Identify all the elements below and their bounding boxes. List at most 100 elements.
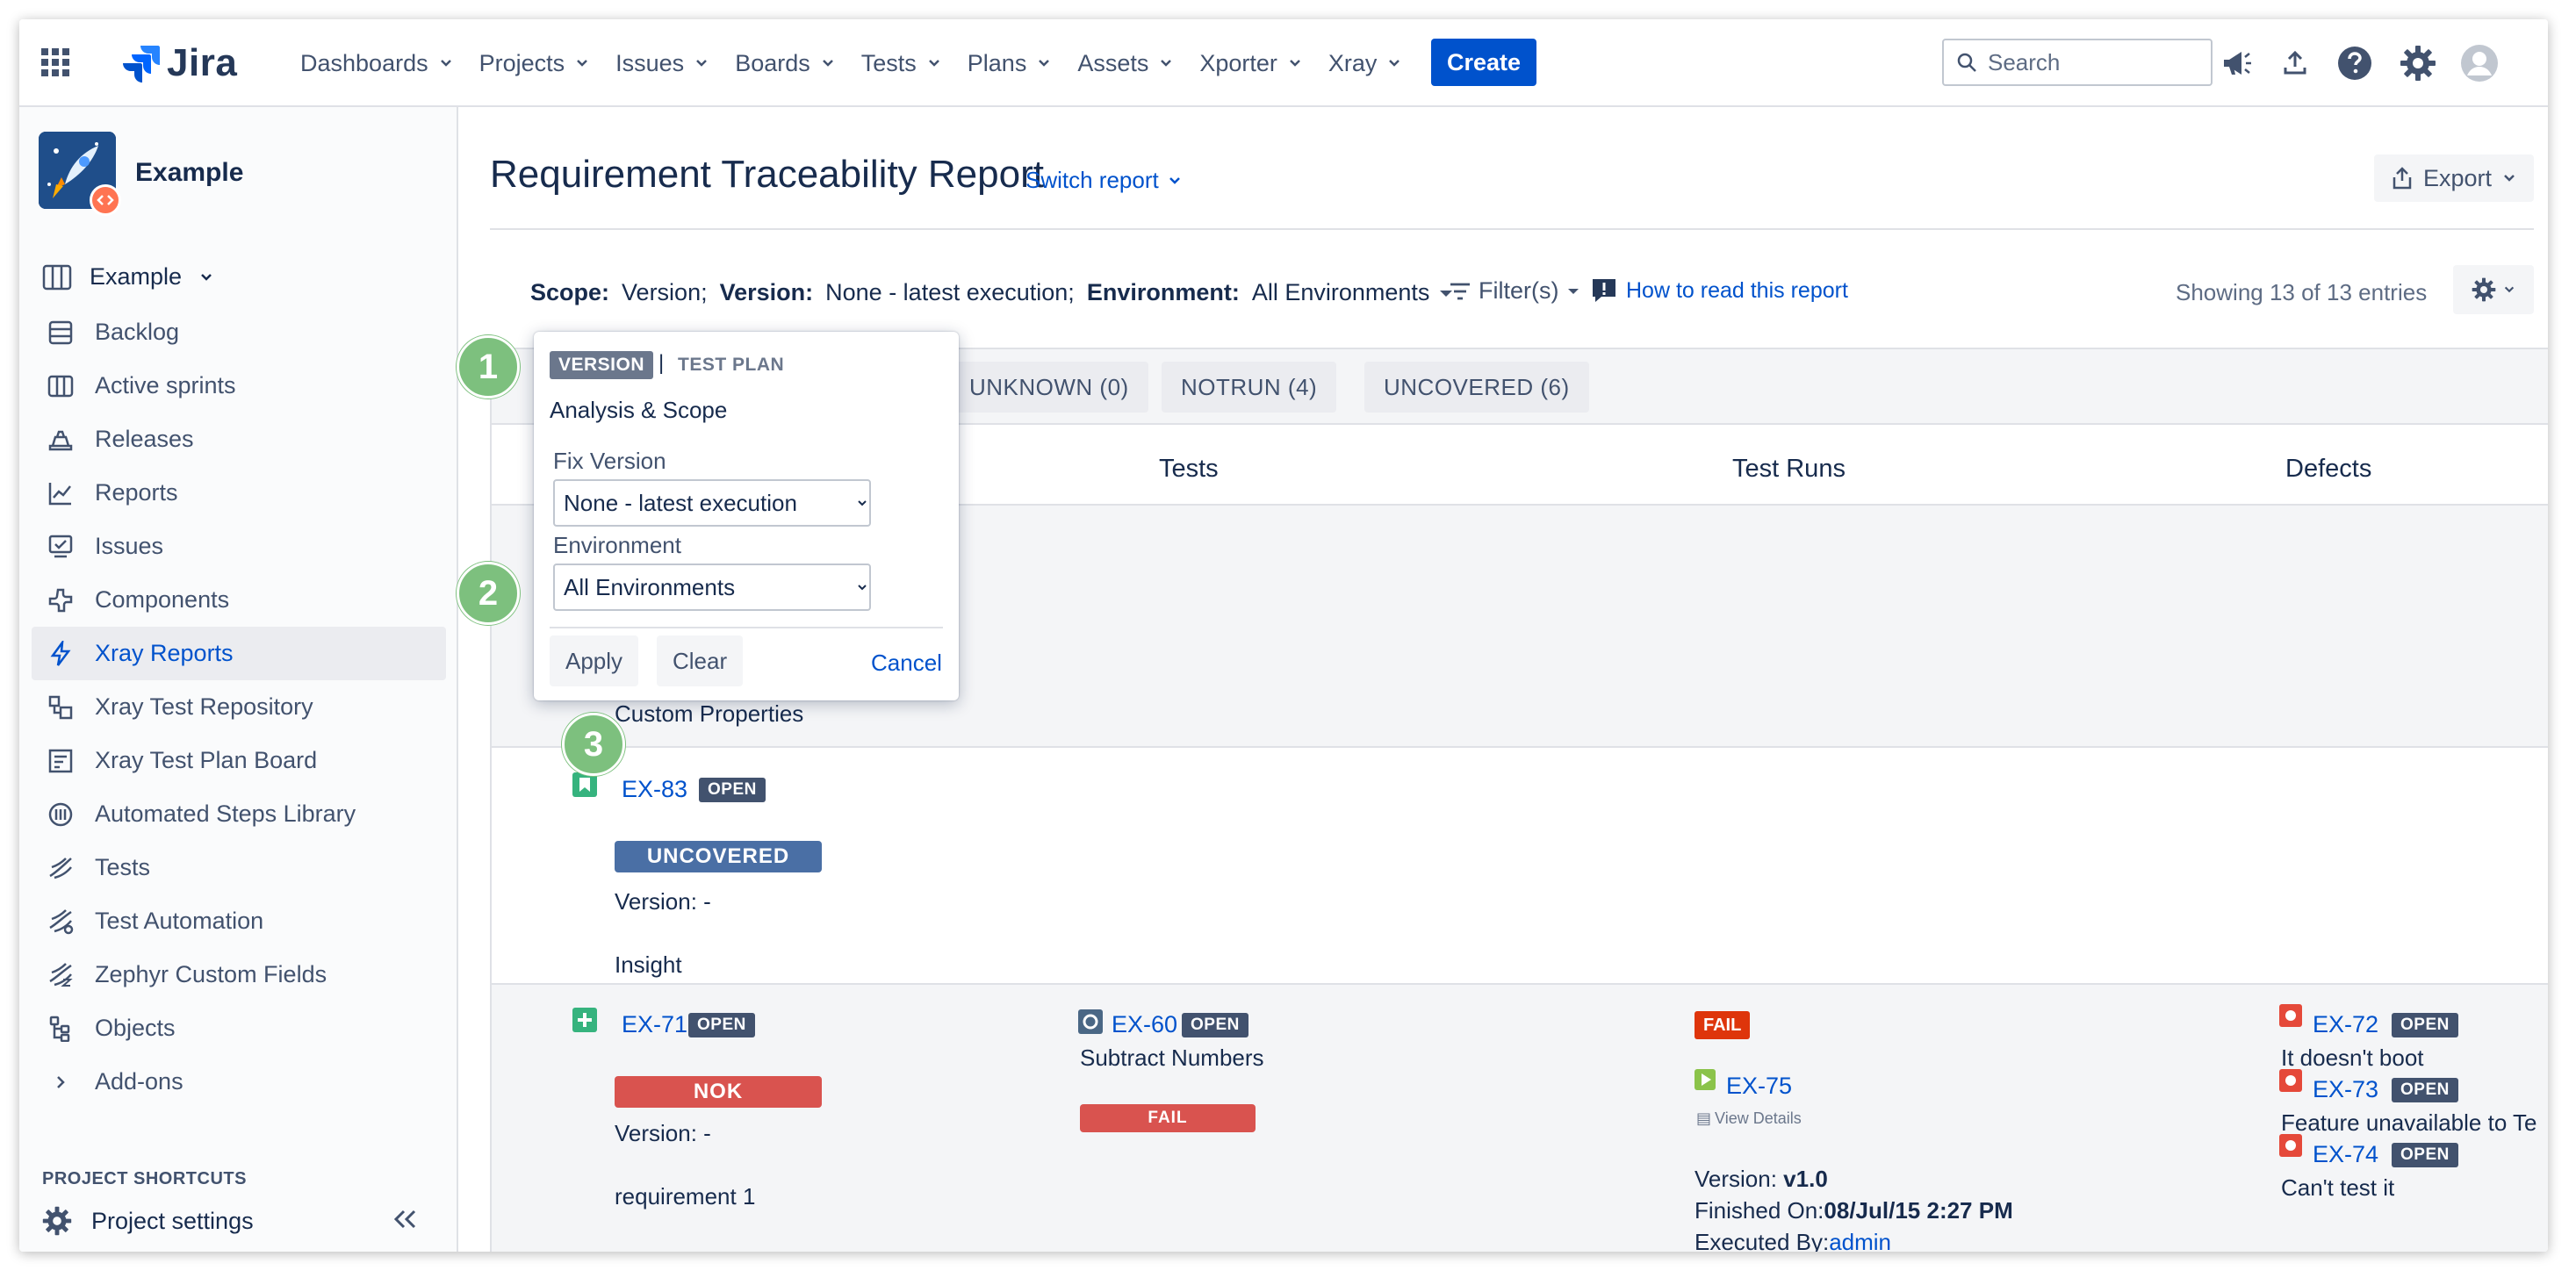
- coverage-status-badge: UNCOVERED: [615, 841, 822, 872]
- menu-dashboards[interactable]: Dashboards: [300, 50, 453, 77]
- menu-assets[interactable]: Assets: [1077, 50, 1173, 77]
- sidebar-item-components[interactable]: Components: [32, 573, 446, 627]
- create-button[interactable]: Create: [1431, 39, 1536, 86]
- sidebar-item-test-automation[interactable]: Test Automation: [32, 894, 446, 948]
- sidebar-item-add-ons[interactable]: Add-ons: [32, 1055, 446, 1109]
- chevron-right-icon: [46, 1067, 76, 1097]
- defect-key-link[interactable]: EX-74: [2313, 1141, 2378, 1168]
- board-icon: [46, 371, 76, 401]
- sidebar-item-objects[interactable]: Objects: [32, 1001, 446, 1055]
- collapse-sidebar-icon[interactable]: [392, 1208, 418, 1235]
- menu-boards[interactable]: Boards: [735, 50, 835, 77]
- fix-version-select[interactable]: None - latest execution: [553, 479, 871, 527]
- help-icon[interactable]: [2335, 44, 2374, 83]
- sidebar-item-label: Automated Steps Library: [95, 800, 356, 827]
- settings-gear-icon[interactable]: [2399, 44, 2437, 83]
- chevron-down-icon: [2504, 286, 2515, 293]
- sidebar-item-label: Add-ons: [95, 1068, 183, 1095]
- sidebar-item-label: Test Automation: [95, 908, 264, 934]
- sidebar-item-backlog[interactable]: Backlog: [32, 305, 446, 359]
- filters-button[interactable]: Filter(s): [1449, 277, 1581, 305]
- sidebar-item-active-sprints[interactable]: Active sprints: [32, 359, 446, 413]
- chevron-down-icon: [696, 60, 708, 67]
- column-header-tests[interactable]: Tests: [1159, 455, 1219, 484]
- project-type-badge-icon: [90, 184, 121, 216]
- search-input[interactable]: [1988, 48, 2198, 76]
- info-comment-icon: [1593, 279, 1615, 302]
- test-key-link[interactable]: EX-60: [1112, 1011, 1177, 1038]
- sidebar-item-xray-reports[interactable]: Xray Reports: [32, 627, 446, 680]
- sidebar-item-releases[interactable]: Releases: [32, 413, 446, 466]
- coverage-status-badge: NOK: [615, 1076, 822, 1108]
- sidebar-item-tests[interactable]: Tests: [32, 841, 446, 894]
- table-settings-button[interactable]: [2453, 265, 2534, 314]
- switch-report-link[interactable]: Switch report: [1025, 167, 1182, 194]
- app-switcher-icon[interactable]: [40, 47, 70, 77]
- user-avatar-icon[interactable]: [2460, 44, 2499, 83]
- requirement-summary: Insight: [615, 951, 682, 978]
- chevron-down-icon: [440, 60, 451, 67]
- menu-issues[interactable]: Issues: [615, 50, 709, 77]
- project-settings-link[interactable]: Project settings: [42, 1206, 254, 1236]
- menu-label: Issues: [615, 49, 685, 76]
- xray-icon: [46, 639, 76, 669]
- sidebar-item-label: Tests: [95, 854, 151, 880]
- clear-button[interactable]: Clear: [657, 635, 744, 686]
- status-lozenge: OPEN: [688, 1013, 755, 1037]
- defect-key-link[interactable]: EX-72: [2313, 1011, 2378, 1038]
- cancel-link[interactable]: Cancel: [871, 650, 942, 677]
- megaphone-icon[interactable]: [2218, 44, 2256, 83]
- tab-version[interactable]: VERSION: [550, 351, 654, 379]
- scope-summary[interactable]: Scope: Version; Version: None - latest e…: [530, 279, 1456, 306]
- upload-icon[interactable]: [2276, 44, 2314, 83]
- chevron-down-icon: [928, 60, 939, 67]
- sidebar-item-reports[interactable]: Reports: [32, 466, 446, 520]
- export-button[interactable]: Export: [2374, 154, 2534, 202]
- defect-summary: Feature unavailable to Te: [2281, 1109, 2537, 1136]
- objects-icon: [46, 1014, 76, 1044]
- run-key-link[interactable]: EX-75: [1726, 1073, 1792, 1100]
- run-executed-user-link[interactable]: admin: [1829, 1229, 1891, 1252]
- issue-key-link[interactable]: EX-83: [622, 776, 687, 803]
- menu-xporter[interactable]: Xporter: [1199, 50, 1302, 77]
- status-lozenge: OPEN: [699, 778, 766, 802]
- environment-select[interactable]: All Environments: [553, 564, 871, 611]
- column-header-defects[interactable]: Defects: [2285, 455, 2371, 484]
- board-icon: [42, 264, 72, 290]
- switch-report-label: Switch report: [1025, 167, 1159, 193]
- view-details-link[interactable]: ▤ View Details: [1696, 1109, 1802, 1128]
- sidebar-item-issues[interactable]: Issues: [32, 520, 446, 573]
- test-status-lozenge: OPEN: [1182, 1013, 1248, 1037]
- sidebar-item-label: Reports: [95, 479, 178, 506]
- search-box[interactable]: [1942, 39, 2213, 86]
- tab-uncovered[interactable]: UNCOVERED (6): [1364, 362, 1589, 413]
- run-version: Version: v1.0: [1695, 1166, 1828, 1193]
- top-navigation: Jira Dashboards Projects Issues Boards T…: [19, 19, 2548, 107]
- test-summary: Subtract Numbers: [1080, 1045, 1264, 1071]
- filters-label: Filter(s): [1479, 277, 1559, 304]
- tab-unknown[interactable]: UNKNOWN (0): [950, 362, 1148, 413]
- run-finished-value: 08/Jul/15 2:27 PM: [1824, 1197, 2013, 1224]
- issue-key-link[interactable]: EX-71: [622, 1011, 687, 1038]
- sidebar-item-automated-steps-library[interactable]: Automated Steps Library: [32, 787, 446, 841]
- apply-button[interactable]: Apply: [550, 635, 639, 686]
- board-selector[interactable]: Example: [42, 263, 213, 291]
- tab-test-plan[interactable]: TEST PLAN: [678, 355, 784, 376]
- menu-tests[interactable]: Tests: [861, 50, 941, 77]
- defect-status-lozenge: OPEN: [2392, 1013, 2458, 1037]
- how-to-read-link[interactable]: How to read this report: [1591, 277, 1848, 304]
- run-finished: Finished On:08/Jul/15 2:27 PM: [1695, 1197, 2013, 1224]
- sidebar-item-xray-test-plan-board[interactable]: Xray Test Plan Board: [32, 734, 446, 787]
- jira-logo[interactable]: Jira: [121, 39, 237, 88]
- menu-plans[interactable]: Plans: [968, 50, 1052, 77]
- tab-notrun[interactable]: NOTRUN (4): [1162, 362, 1337, 413]
- menu-projects[interactable]: Projects: [479, 50, 590, 77]
- defect-key-link[interactable]: EX-73: [2313, 1076, 2378, 1103]
- column-header-test-runs[interactable]: Test Runs: [1732, 455, 1846, 484]
- menu-xray[interactable]: Xray: [1328, 50, 1402, 77]
- sidebar-item-zephyr-custom-fields[interactable]: Zephyr Custom Fields: [32, 948, 446, 1001]
- analysis-scope-popup: VERSION | TEST PLAN Analysis & Scope Fix…: [534, 332, 959, 700]
- chevron-down-icon: [1039, 60, 1050, 67]
- sidebar-item-xray-test-repository[interactable]: Xray Test Repository: [32, 680, 446, 734]
- tests-icon: [46, 853, 76, 883]
